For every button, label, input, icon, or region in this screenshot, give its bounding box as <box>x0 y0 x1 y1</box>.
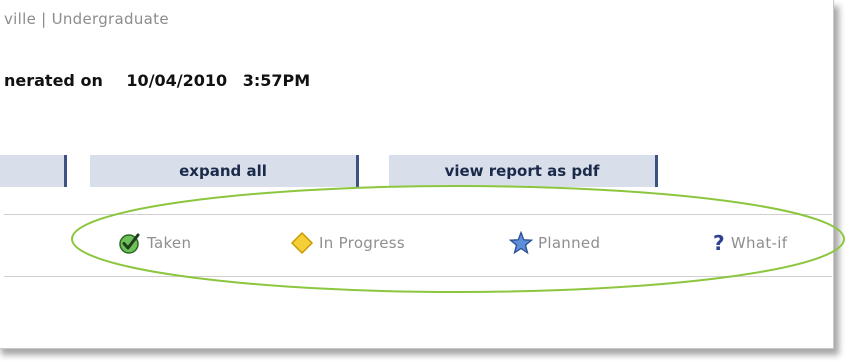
generated-timestamp: nerated on 10/04/2010 3:57PM <box>4 71 310 90</box>
generated-date: 10/04/2010 <box>126 71 228 90</box>
generated-label: nerated on <box>4 71 103 90</box>
generated-time: 3:57PM <box>242 71 311 90</box>
expand-all-button[interactable]: expand all <box>90 155 359 187</box>
collapse-all-button[interactable] <box>0 155 67 187</box>
screenshot-frame: ville | Undergraduate nerated on 10/04/2… <box>0 0 850 362</box>
highlight-ellipse <box>71 185 845 293</box>
campus-program-header: ville | Undergraduate <box>4 10 169 28</box>
view-pdf-button[interactable]: view report as pdf <box>389 155 658 187</box>
